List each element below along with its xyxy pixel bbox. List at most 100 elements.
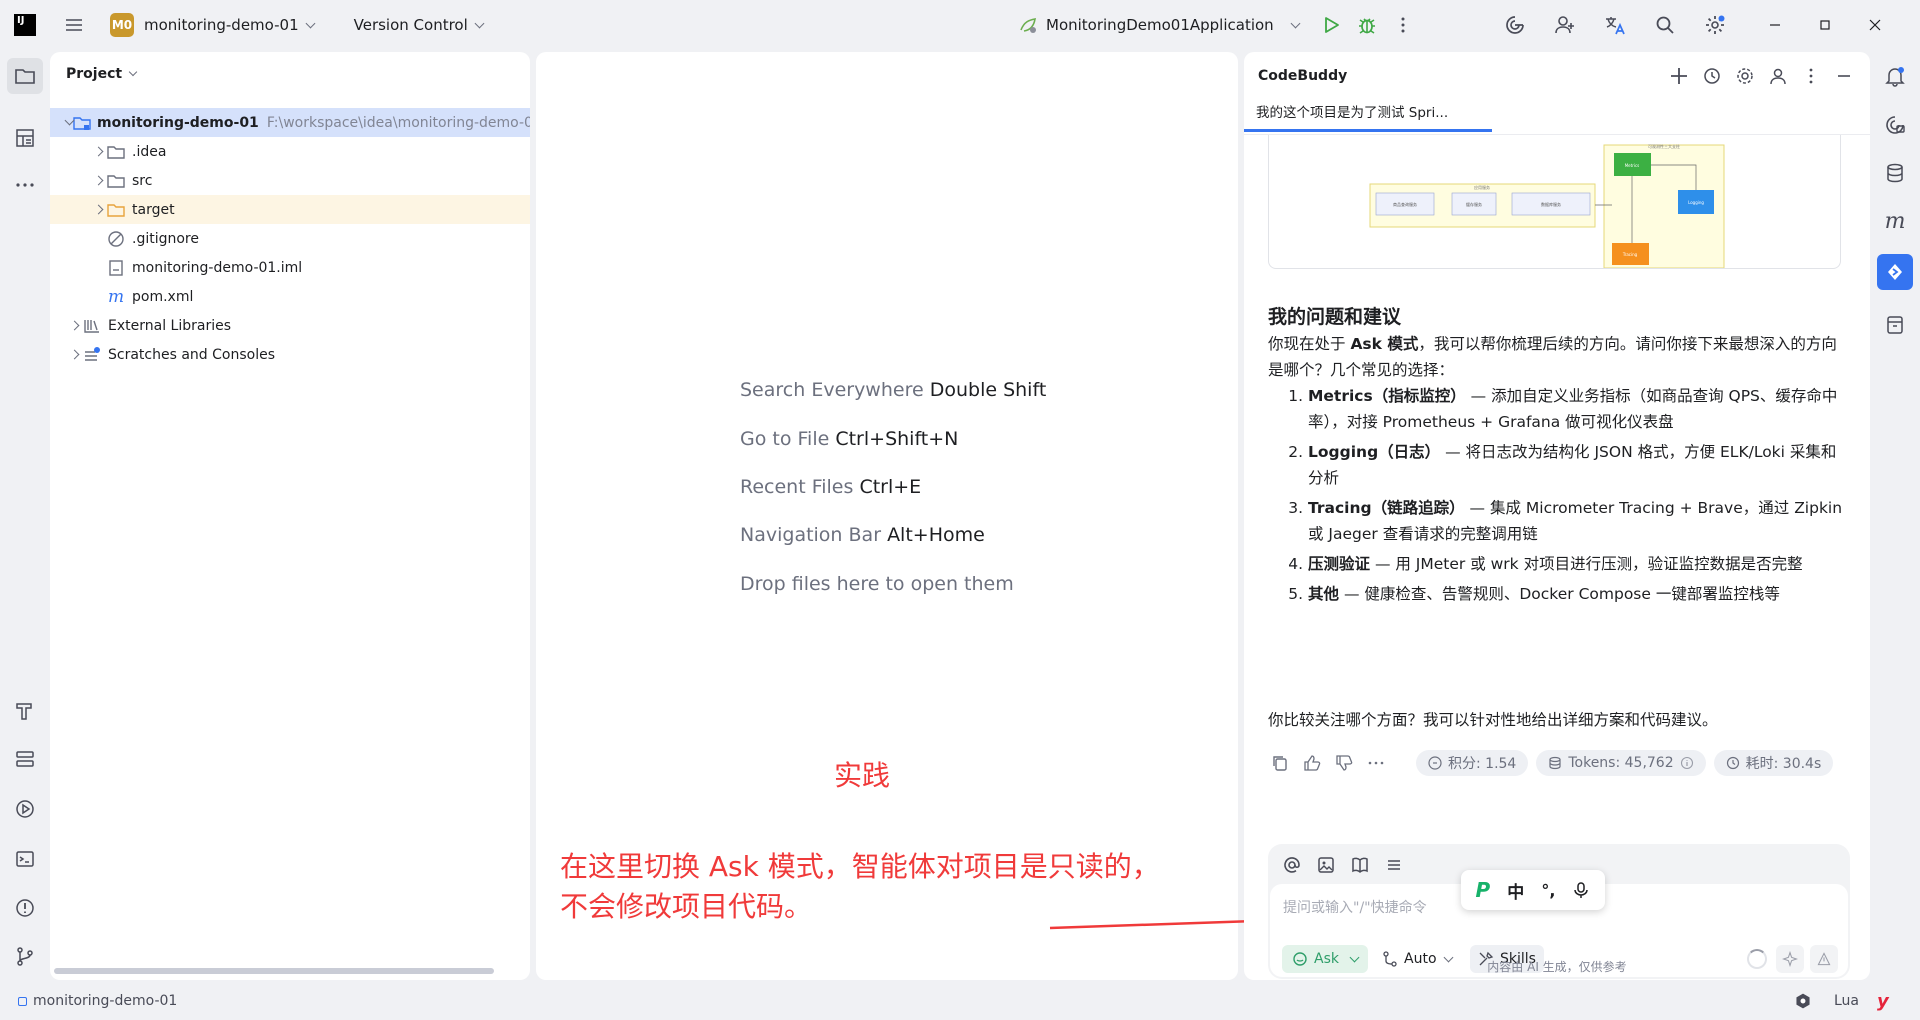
debug-icon[interactable] xyxy=(1349,7,1385,43)
microphone-icon[interactable] xyxy=(1572,881,1590,899)
hint-go-to-file: Go to File Ctrl+Shift+N xyxy=(740,428,959,450)
project-switcher[interactable]: M0 monitoring-demo-01 xyxy=(102,7,322,43)
chat-tab[interactable]: 我的这个项目是为了测试 Spri... xyxy=(1244,92,1492,132)
tree-row-pom[interactable]: m pom.xml xyxy=(50,282,530,311)
services-icon[interactable] xyxy=(7,741,43,777)
more-horizontal-icon[interactable] xyxy=(1364,748,1388,778)
rules-list-icon[interactable] xyxy=(1382,853,1406,877)
svg-text:数据库服务: 数据库服务 xyxy=(1541,201,1561,207)
tree-path: F:\workspace\idea\monitoring-demo-01 xyxy=(266,114,530,131)
plugin-hexagon-icon[interactable] xyxy=(1790,988,1816,1014)
chat-input-placeholder: 提问或输入"/"快捷命令 xyxy=(1283,900,1427,916)
problems-icon[interactable] xyxy=(7,890,43,926)
more-tools-icon[interactable] xyxy=(7,167,43,203)
database-tool-icon[interactable] xyxy=(1877,155,1913,191)
tree-row-gitignore[interactable]: .gitignore xyxy=(50,224,530,253)
archive-tool-icon[interactable] xyxy=(1877,307,1913,343)
run-config-selector[interactable]: MonitoringDemo01Application xyxy=(1010,7,1307,43)
status-project-breadcrumb[interactable]: monitoring-demo-01 xyxy=(18,993,177,1009)
mention-at-icon[interactable] xyxy=(1280,853,1304,877)
module-square-icon xyxy=(18,996,27,1006)
minimize-window-icon[interactable] xyxy=(1750,7,1800,43)
knowledge-book-icon[interactable] xyxy=(1348,853,1372,877)
tree-row-iml[interactable]: monitoring-demo-01.iml xyxy=(50,253,530,282)
ime-chinese-toggle[interactable]: 中 xyxy=(1507,878,1524,903)
credits-badge: 积分: 1.54 xyxy=(1416,750,1529,776)
history-icon[interactable] xyxy=(1697,61,1727,91)
svg-text:可观测性三大支柱: 可观测性三大支柱 xyxy=(1648,143,1680,149)
module-folder-icon xyxy=(73,114,91,132)
maven-icon: m xyxy=(107,286,125,307)
app-logo[interactable]: IJ xyxy=(14,14,36,36)
folder-icon xyxy=(106,172,126,190)
ime-logo-icon[interactable]: P xyxy=(1476,878,1491,902)
tree-label: Scratches and Consoles xyxy=(108,346,275,363)
search-icon[interactable] xyxy=(1647,7,1683,43)
chevron-down-icon xyxy=(128,67,138,77)
chevron-down-icon[interactable] xyxy=(64,115,75,126)
ime-punctuation-toggle[interactable]: °, xyxy=(1541,881,1555,900)
tree-row-root[interactable]: monitoring-demo-01 F:\workspace\idea\mon… xyxy=(50,108,530,137)
svg-text:Metrics: Metrics xyxy=(1625,163,1640,168)
list-item: Tracing（链路追踪） — 集成 Micrometer Tracing + … xyxy=(1308,495,1848,547)
editor-empty-area[interactable]: Search Everywhere Double Shift Go to Fil… xyxy=(536,52,1238,980)
version-control-menu[interactable]: Version Control xyxy=(346,7,491,43)
notifications-bell-icon[interactable] xyxy=(1877,58,1913,94)
thumbs-down-icon[interactable] xyxy=(1332,748,1356,778)
tree-row-target[interactable]: target xyxy=(50,195,530,224)
translate-icon[interactable] xyxy=(1597,7,1633,43)
horizontal-scrollbar[interactable] xyxy=(54,968,494,974)
project-tool-folder-icon[interactable] xyxy=(7,58,43,94)
yapi-logo-icon[interactable]: y xyxy=(1877,991,1889,1012)
project-panel-header[interactable]: Project xyxy=(66,66,138,82)
chat-closing: 你比较关注哪个方面？我可以针对性地给出详细方案和代码建议。 xyxy=(1268,711,1718,729)
image-attach-icon[interactable] xyxy=(1314,853,1338,877)
account-icon[interactable] xyxy=(1763,61,1793,91)
terminal-icon[interactable] xyxy=(7,841,43,877)
build-hammer-icon[interactable] xyxy=(7,693,43,729)
hint-drop-files: Drop files here to open them xyxy=(740,573,1014,595)
add-user-icon[interactable] xyxy=(1547,7,1583,43)
new-chat-plus-icon[interactable] xyxy=(1664,61,1694,91)
settings-gear-icon[interactable] xyxy=(1697,7,1733,43)
ai-chat-icon[interactable] xyxy=(1877,107,1913,143)
language-indicator[interactable]: Lua xyxy=(1834,993,1859,1009)
list-item: 其他 — 健康检查、告警规则、Docker Compose 一键部署监控栈等 xyxy=(1308,581,1848,607)
svg-text:Tracing: Tracing xyxy=(1622,252,1638,257)
chevron-right-icon[interactable] xyxy=(66,320,82,331)
copy-icon[interactable] xyxy=(1268,748,1292,778)
chevron-right-icon[interactable] xyxy=(90,204,106,215)
git-branch-icon[interactable] xyxy=(7,938,43,974)
ignored-file-icon xyxy=(106,230,126,248)
maximize-window-icon[interactable] xyxy=(1800,7,1850,43)
more-vertical-icon[interactable] xyxy=(1385,7,1421,43)
run-icon[interactable] xyxy=(1313,7,1349,43)
tree-row-scratches[interactable]: Scratches and Consoles xyxy=(50,340,530,369)
run-tool-icon[interactable] xyxy=(7,791,43,827)
minimize-panel-icon[interactable] xyxy=(1829,61,1859,91)
tree-row-idea[interactable]: .idea xyxy=(50,137,530,166)
tree-row-external-libraries[interactable]: External Libraries xyxy=(50,311,530,340)
close-window-icon[interactable] xyxy=(1850,7,1900,43)
chevron-right-icon[interactable] xyxy=(66,349,82,360)
info-icon[interactable] xyxy=(1680,756,1694,770)
more-vertical-icon[interactable] xyxy=(1796,61,1826,91)
list-item: 压测验证 — 用 JMeter 或 wrk 对项目进行压测，验证监控数据是否完整 xyxy=(1308,551,1848,577)
maven-tool-icon[interactable]: m xyxy=(1877,203,1913,239)
module-file-icon xyxy=(106,259,126,277)
codebuddy-tool-icon[interactable] xyxy=(1877,254,1913,290)
chevron-down-icon xyxy=(305,18,316,28)
tree-row-src[interactable]: src xyxy=(50,166,530,195)
main-menu-icon[interactable] xyxy=(56,7,92,43)
scratches-icon xyxy=(82,346,102,364)
hint-navigation-bar: Navigation Bar Alt+Home xyxy=(740,524,985,546)
ai-assistant-icon[interactable] xyxy=(1497,7,1533,43)
chevron-right-icon[interactable] xyxy=(90,175,106,186)
architecture-diagram-image[interactable]: 应用服务 商品查询服务 缓存服务 数据库服务 可观测性三大支柱 Metrics … xyxy=(1268,135,1841,269)
time-badge: 耗时: 30.4s xyxy=(1713,750,1834,776)
thumbs-up-icon[interactable] xyxy=(1300,748,1324,778)
settings-icon[interactable] xyxy=(1730,61,1760,91)
chevron-right-icon[interactable] xyxy=(90,146,106,157)
list-item: Metrics（指标监控） — 添加自定义业务指标（如商品查询 QPS、缓存命中… xyxy=(1308,383,1848,435)
structure-icon[interactable] xyxy=(7,120,43,156)
